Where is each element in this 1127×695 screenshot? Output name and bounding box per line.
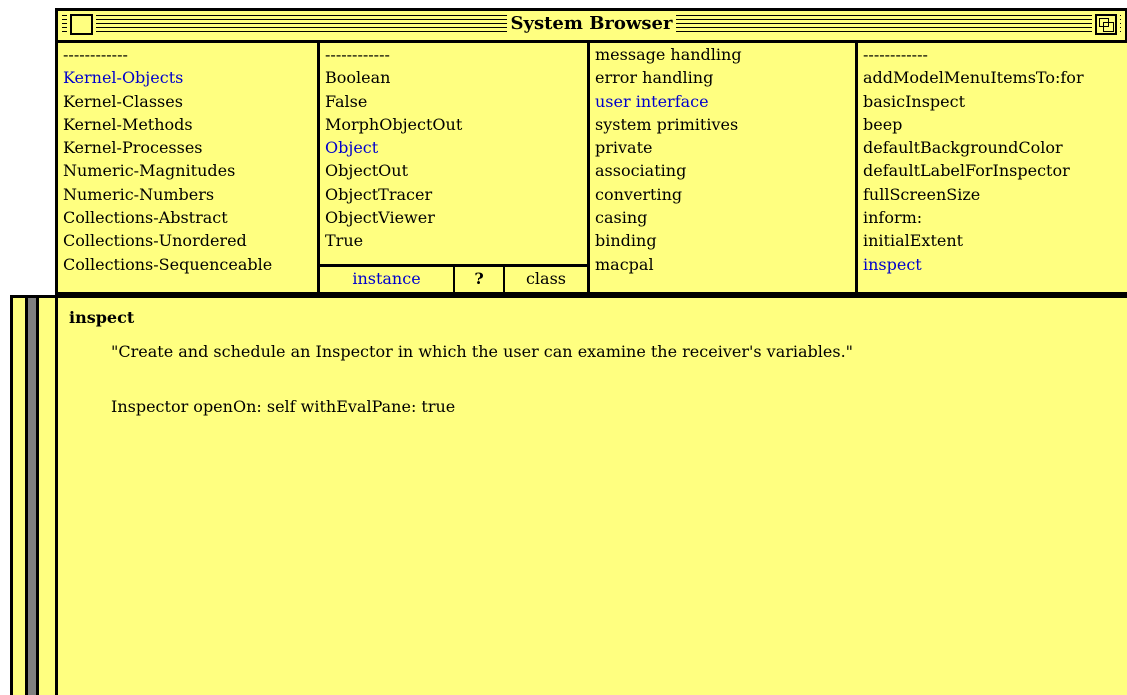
protocol-list[interactable]: message handling error handling user inter… — [590, 43, 858, 292]
protocol-list-item[interactable]: message handling — [595, 43, 855, 66]
instance-button[interactable]: instance — [320, 267, 455, 292]
message-list-item[interactable]: initialExtent — [863, 229, 1127, 252]
message-list-item[interactable]: inspect — [863, 253, 1127, 276]
category-list-item[interactable]: Kernel-Classes — [63, 90, 317, 113]
category-list-item[interactable]: Kernel-Methods — [63, 113, 317, 136]
class-list-item[interactable]: ObjectTracer — [325, 183, 587, 206]
category-list-item[interactable]: Collections-Sequenceable — [63, 253, 317, 276]
browser-list-panes: ------------ Kernel-Objects Kernel-Classes… — [55, 40, 1127, 295]
class-list-item[interactable]: True — [325, 229, 587, 252]
protocol-list-item[interactable]: error handling — [595, 66, 855, 89]
message-list-item[interactable]: beep — [863, 113, 1127, 136]
protocol-list-item[interactable]: private — [595, 136, 855, 159]
category-list-item[interactable]: Numeric-Magnitudes — [63, 159, 317, 182]
category-list-item[interactable]: Kernel-Processes — [63, 136, 317, 159]
protocol-list-item[interactable]: converting — [595, 183, 855, 206]
message-list-item[interactable]: ------------ — [863, 43, 1127, 66]
class-list-item[interactable]: ------------ — [325, 43, 587, 66]
scrollbar-track[interactable] — [25, 298, 39, 695]
close-box-icon[interactable] — [67, 11, 96, 38]
code-scrollbar[interactable] — [10, 295, 55, 695]
class-list-item[interactable]: ObjectViewer — [325, 206, 587, 229]
message-list-item[interactable]: basicInspect — [863, 90, 1127, 113]
class-list[interactable]: ------------ Boolean False MorphObjectOut Ob… — [320, 43, 590, 292]
message-list-item[interactable]: defaultLabelForInspector — [863, 159, 1127, 182]
protocol-list-item[interactable]: casing — [595, 206, 855, 229]
message-list-item[interactable]: inform: — [863, 206, 1127, 229]
instance-class-switch: instance ? class — [320, 264, 587, 292]
method-name: inspect — [69, 308, 135, 327]
protocol-list-item[interactable]: binding — [595, 229, 855, 252]
protocol-list-item[interactable]: system primitives — [595, 113, 855, 136]
category-list-item[interactable]: Collections-Unordered — [63, 229, 317, 252]
category-list-item[interactable]: Numeric-Numbers — [63, 183, 317, 206]
message-list-item[interactable]: defaultBackgroundColor — [863, 136, 1127, 159]
method-body: Inspector openOn: self withEvalPane: tru… — [111, 397, 456, 416]
code-pane[interactable]: inspect "Create and schedule an Inspecto… — [55, 295, 1127, 695]
zoom-box-icon[interactable] — [1092, 11, 1120, 38]
class-list-item[interactable]: ObjectOut — [325, 159, 587, 182]
class-list-item[interactable]: Boolean — [325, 66, 587, 89]
class-list-item[interactable]: False — [325, 90, 587, 113]
category-list[interactable]: ------------ Kernel-Objects Kernel-Classes… — [58, 43, 320, 292]
category-list-item[interactable]: ------------ — [63, 43, 317, 66]
method-comment: "Create and schedule an Inspector in whi… — [111, 342, 854, 361]
message-list[interactable]: ------------ addModelMenuItemsTo:for basic… — [858, 43, 1127, 292]
class-button[interactable]: class — [505, 267, 587, 292]
category-list-item[interactable]: Collections-Abstract — [63, 206, 317, 229]
class-list-item[interactable]: Object — [325, 136, 587, 159]
message-list-item[interactable]: addModelMenuItemsTo:for — [863, 66, 1127, 89]
category-list-item[interactable]: Kernel-Objects — [63, 66, 317, 89]
help-button[interactable]: ? — [455, 267, 505, 292]
protocol-list-item[interactable]: user interface — [595, 90, 855, 113]
message-list-item[interactable]: fullScreenSize — [863, 183, 1127, 206]
title-bar[interactable]: System Browser — [55, 8, 1127, 40]
window-title: System Browser — [506, 13, 677, 35]
class-list-item[interactable]: MorphObjectOut — [325, 113, 587, 136]
protocol-list-item[interactable]: associating — [595, 159, 855, 182]
protocol-list-item[interactable]: macpal — [595, 253, 855, 276]
